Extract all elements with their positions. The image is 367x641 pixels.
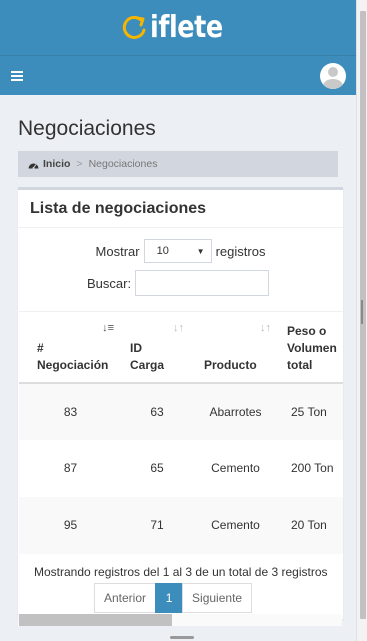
length-select[interactable]: 10 ▼ [143, 239, 212, 263]
user-avatar[interactable] [320, 62, 346, 89]
table-info: Mostrando registros del 1 al 3 de un tot… [34, 565, 328, 579]
menu-toggle-button[interactable] [6, 65, 28, 87]
dashboard-icon [28, 163, 39, 169]
table-row[interactable]: 87 65 Cemento 200 Ton [19, 439, 343, 497]
table-row[interactable]: 83 63 Abarrotes 25 Ton [19, 382, 343, 440]
horizontal-scrollbar-thumb[interactable] [19, 614, 172, 626]
column-header-label: Producto [204, 357, 257, 372]
box-title: Lista de negociaciones [30, 199, 207, 217]
sort-asc-icon: ↓≡ [102, 322, 114, 334]
negotiations-table: ↓≡ # Negociación ↓↑ ID Carga ↓↑ Producto [19, 311, 343, 554]
box-header: Lista de negociaciones [18, 190, 343, 228]
logo-swirl-icon [122, 15, 146, 39]
horizontal-scrollbar[interactable] [18, 614, 342, 626]
cell-peso: 200 Ton [279, 439, 343, 497]
content-header: Negociaciones Inicio > Negociaciones [0, 95, 356, 177]
column-header-prefix: # [37, 340, 44, 355]
table-header-row: ↓≡ # Negociación ↓↑ ID Carga ↓↑ Producto [19, 311, 343, 384]
length-select-value: 10 [156, 245, 169, 257]
cell-negociacion: 87 [19, 439, 122, 497]
length-control: Mostrar 10 ▼ registros [18, 238, 343, 264]
breadcrumb: Inicio > Negociaciones [18, 151, 338, 177]
cell-peso: 25 Ton [279, 382, 343, 440]
column-header-producto[interactable]: ↓↑ Producto [192, 311, 279, 384]
column-header-label: Peso o Volumen total [287, 323, 337, 372]
sort-icon: ↓↑ [173, 322, 184, 334]
top-navbar [0, 55, 356, 95]
hamburger-icon [11, 70, 23, 81]
cell-id-carga: 71 [122, 496, 192, 554]
table-row[interactable]: 95 71 Cemento 20 Ton [19, 496, 343, 554]
pagination-next-button[interactable]: Siguiente [182, 583, 253, 613]
pagination-page-button[interactable]: 1 [155, 583, 184, 613]
table-controls: Mostrar 10 ▼ registros Buscar: [18, 228, 343, 297]
cell-negociacion: 95 [19, 496, 122, 554]
cell-producto: Cemento [192, 439, 279, 497]
avatar-body [323, 78, 343, 89]
column-header-label: ID Carga [130, 340, 165, 372]
brand-bar: iflete [0, 0, 356, 55]
search-label: Buscar: [87, 275, 132, 291]
logo-text: iflete [149, 10, 223, 45]
search-control: Buscar: [18, 269, 343, 297]
logo[interactable]: iflete [121, 10, 236, 45]
avatar-head [328, 66, 338, 77]
column-header-id-carga[interactable]: ↓↑ ID Carga [122, 311, 192, 384]
breadcrumb-home-link[interactable]: Inicio [43, 158, 70, 170]
column-header-label: Negociación [37, 357, 109, 372]
column-header-negociacion[interactable]: ↓≡ # Negociación [19, 311, 122, 384]
breadcrumb-current: Negociaciones [88, 158, 158, 170]
bottom-drag-handle[interactable] [170, 636, 194, 639]
app-window: iflete Negociaciones Inicio > Negociacio… [0, 0, 356, 641]
pagination: Anterior 1 Siguiente [94, 583, 253, 613]
cell-negociacion: 83 [19, 382, 122, 440]
cell-producto: Cemento [192, 496, 279, 554]
column-header-peso[interactable]: Peso o Volumen total [279, 311, 343, 384]
pagination-previous-button[interactable]: Anterior [94, 583, 157, 613]
cell-peso: 20 Ton [279, 496, 343, 554]
page-title: Negociaciones [18, 117, 156, 140]
sort-icon: ↓↑ [260, 322, 271, 334]
panel-resize-handle[interactable] [361, 300, 363, 324]
length-label-after: registros [215, 243, 266, 259]
table-scroll-area: ↓≡ # Negociación ↓↑ ID Carga ↓↑ Producto [19, 311, 343, 554]
breadcrumb-separator: > [76, 158, 83, 170]
caret-down-icon: ▼ [196, 246, 205, 256]
cell-producto: Abarrotes [192, 382, 279, 440]
length-label-before: Mostrar [95, 243, 140, 259]
search-input[interactable] [135, 270, 270, 296]
cell-id-carga: 63 [122, 382, 192, 440]
negotiations-box: Lista de negociaciones Mostrar 10 ▼ regi… [18, 187, 343, 619]
cell-id-carga: 65 [122, 439, 192, 497]
